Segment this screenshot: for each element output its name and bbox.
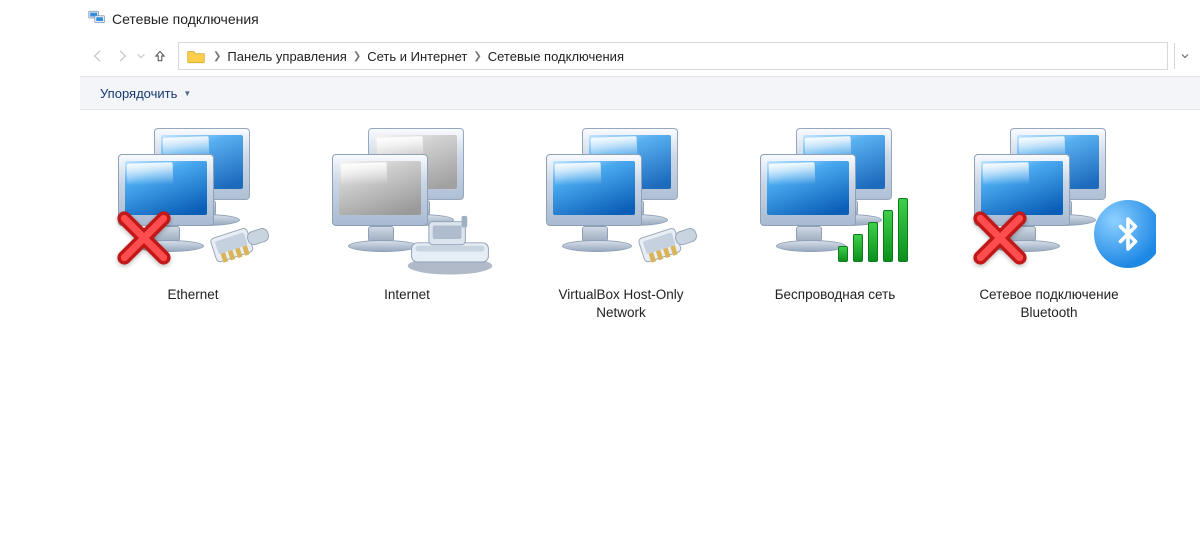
- network-adapter-icon: [964, 124, 1134, 280]
- chevron-right-icon: ❯: [349, 51, 365, 62]
- breadcrumb-item[interactable]: Панель управления: [225, 49, 348, 64]
- network-adapter-icon: [322, 124, 492, 280]
- connection-name-line2: Network: [526, 304, 716, 322]
- nav-forward-button[interactable]: [110, 42, 134, 70]
- wifi-signal-icon: [838, 198, 908, 262]
- organize-button[interactable]: Упорядочить ▼: [94, 82, 197, 105]
- location-icon: [183, 48, 209, 64]
- connection-item-virtualbox[interactable]: VirtualBox Host-Only Network: [514, 120, 728, 330]
- connection-name: Internet: [312, 286, 502, 304]
- navigation-bar: ❯ Панель управления ❯ Сеть и Интернет ❯ …: [80, 36, 1200, 76]
- disconnected-icon: [972, 210, 1028, 266]
- connection-name: VirtualBox Host-Only: [526, 286, 716, 304]
- chevron-right-icon: ❯: [209, 51, 225, 62]
- nav-back-button[interactable]: [86, 42, 110, 70]
- nav-up-button[interactable]: [148, 42, 172, 70]
- connection-name: Ethernet: [98, 286, 288, 304]
- network-connections-icon: [88, 9, 106, 30]
- chevron-down-icon: ▼: [183, 89, 191, 98]
- toolbar: Упорядочить ▼: [80, 76, 1200, 110]
- ethernet-plug-icon: [626, 222, 702, 270]
- connection-item-wireless[interactable]: Беспроводная сеть: [728, 120, 942, 312]
- network-adapter-icon: [108, 124, 278, 280]
- organize-label: Упорядочить: [100, 86, 177, 101]
- nav-recent-dropdown[interactable]: [134, 42, 148, 70]
- dialup-modem-icon: [402, 214, 498, 276]
- breadcrumb-item[interactable]: Сеть и Интернет: [365, 49, 469, 64]
- address-bar[interactable]: ❯ Панель управления ❯ Сеть и Интернет ❯ …: [178, 42, 1168, 70]
- address-history-dropdown[interactable]: [1174, 43, 1194, 69]
- connection-name-line2: Bluetooth: [954, 304, 1144, 322]
- network-adapter-icon: [536, 124, 706, 280]
- network-adapter-icon: [750, 124, 920, 280]
- connection-item-bluetooth[interactable]: Сетевое подключение Bluetooth: [942, 120, 1156, 330]
- connection-name: Сетевое подключение: [954, 286, 1144, 304]
- bluetooth-icon: [1094, 200, 1156, 268]
- chevron-right-icon: ❯: [469, 51, 485, 62]
- connection-item-ethernet[interactable]: Ethernet: [86, 120, 300, 312]
- network-connections-window: Сетевые подключения ❯ Панель управления …: [80, 0, 1200, 540]
- breadcrumb-item[interactable]: Сетевые подключения: [486, 49, 626, 64]
- connection-item-internet[interactable]: Internet: [300, 120, 514, 312]
- disconnected-icon: [116, 210, 172, 266]
- ethernet-plug-icon: [198, 222, 274, 270]
- window-title: Сетевые подключения: [112, 11, 259, 27]
- connection-name: Беспроводная сеть: [740, 286, 930, 304]
- connections-area: Ethernet Int: [80, 110, 1200, 540]
- titlebar: Сетевые подключения: [80, 0, 1200, 36]
